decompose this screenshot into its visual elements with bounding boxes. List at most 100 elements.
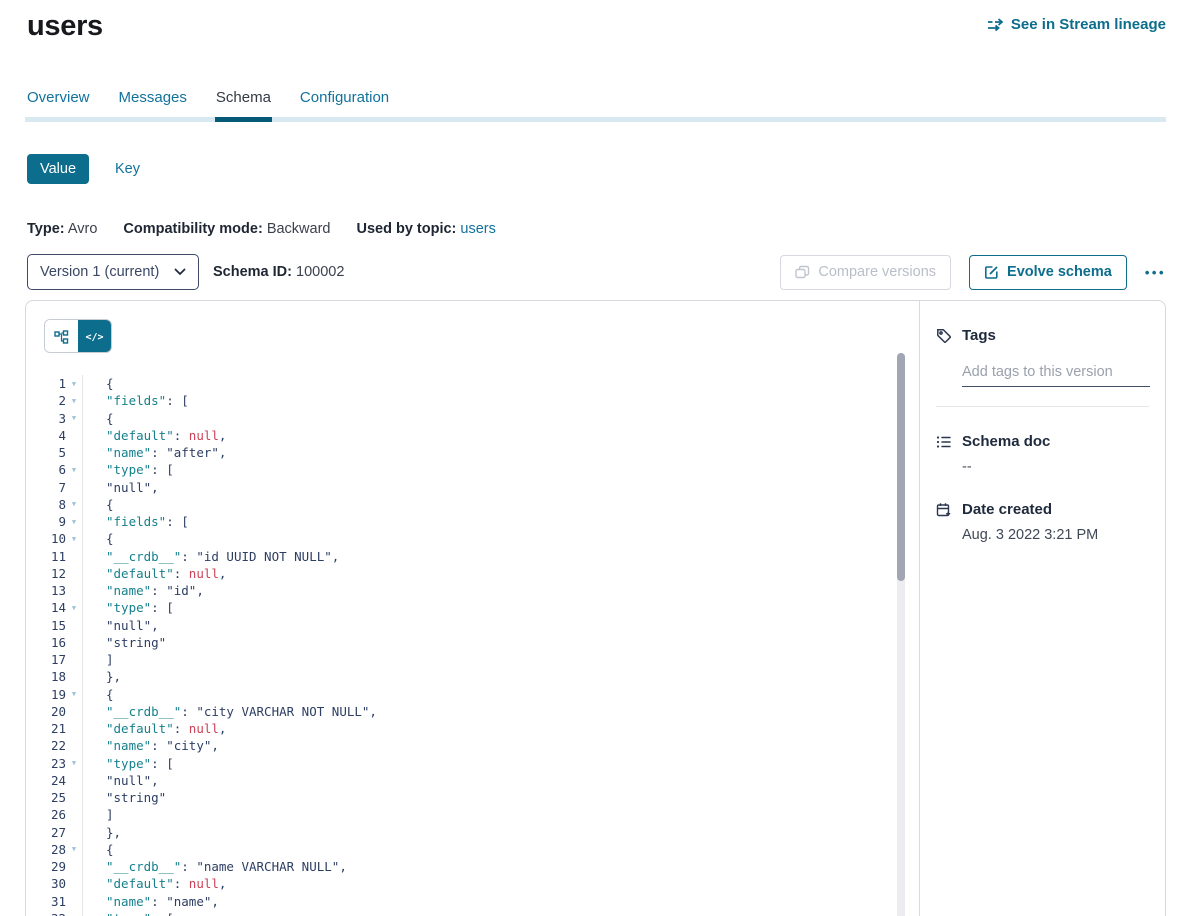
code-view-button[interactable]: </> (78, 320, 111, 353)
code-line: 14▼ "type": [ (26, 599, 919, 616)
code-text: { (82, 686, 114, 703)
evolve-schema-icon (984, 265, 999, 280)
tag-icon (936, 328, 952, 344)
stream-lineage-link[interactable]: See in Stream lineage (987, 16, 1166, 33)
tags-title: Tags (962, 327, 996, 344)
code-text: "name": "name", (82, 893, 219, 910)
code-line: 24 "null", (26, 772, 919, 789)
line-number: 30 (26, 876, 66, 891)
tab-configuration[interactable]: Configuration (300, 89, 389, 117)
code-line: 7 "null", (26, 479, 919, 496)
sidebar-divider (936, 406, 1149, 407)
code-text: "string" (82, 634, 166, 651)
code-scrollbar[interactable] (897, 353, 905, 916)
schema-doc-value: -- (962, 459, 1149, 475)
used-by-topic-link[interactable]: users (460, 221, 495, 237)
evolve-schema-button[interactable]: Evolve schema (969, 255, 1127, 290)
tags-input[interactable] (962, 364, 1150, 387)
version-controls-row: Version 1 (current) Schema ID: 100002 Co… (27, 254, 1166, 290)
tab-underline-track (25, 117, 1166, 122)
code-text: "null", (82, 617, 159, 634)
compare-versions-button[interactable]: Compare versions (780, 255, 951, 290)
code-line: 16 "string" (26, 634, 919, 651)
schema-code-pane: </> 1▼{2▼ "fields": [3▼ {4 "default": nu… (26, 301, 919, 916)
tree-view-button[interactable] (45, 320, 78, 353)
code-text: "default": null, (82, 875, 226, 892)
line-number: 12 (26, 566, 66, 581)
date-created-value: Aug. 3 2022 3:21 PM (962, 527, 1149, 543)
line-number: 10 (26, 531, 66, 546)
fold-toggle-icon[interactable]: ▼ (66, 690, 82, 698)
code-line: 4 "default": null, (26, 427, 919, 444)
topbar: users See in Stream lineage (0, 0, 1189, 43)
value-toggle-button[interactable]: Value (27, 154, 89, 184)
code-text: "__crdb__": "name VARCHAR NULL", (82, 858, 347, 875)
line-number: 8 (26, 497, 66, 512)
tab-messages[interactable]: Messages (119, 89, 187, 117)
tab-overview[interactable]: Overview (27, 89, 90, 117)
line-number: 5 (26, 445, 66, 460)
line-number: 28 (26, 842, 66, 857)
fold-toggle-icon[interactable]: ▼ (66, 397, 82, 405)
line-number: 23 (26, 756, 66, 771)
code-text: "type": [ (82, 755, 174, 772)
version-select[interactable]: Version 1 (current) (27, 254, 199, 290)
version-controls-left: Version 1 (current) Schema ID: 100002 (27, 254, 344, 290)
code-line: 28▼ { (26, 841, 919, 858)
stream-lineage-label: See in Stream lineage (1011, 16, 1166, 33)
code-line: 1▼{ (26, 375, 919, 392)
code-view-icon: </> (85, 332, 103, 343)
code-text: { (82, 410, 114, 427)
type-value: Avro (68, 221, 98, 237)
line-number: 4 (26, 428, 66, 443)
tab-schema[interactable]: Schema (216, 89, 271, 117)
line-number: 15 (26, 618, 66, 633)
more-options-button[interactable]: ••• (1145, 265, 1166, 280)
fold-toggle-icon[interactable]: ▼ (66, 466, 82, 474)
code-scrollbar-thumb[interactable] (897, 353, 905, 581)
code-text: "name": "after", (82, 444, 226, 461)
fold-toggle-icon[interactable]: ▼ (66, 535, 82, 543)
tree-view-icon (54, 330, 69, 345)
code-text: "name": "city", (82, 737, 219, 754)
line-number: 16 (26, 635, 66, 650)
line-number: 24 (26, 773, 66, 788)
fold-toggle-icon[interactable]: ▼ (66, 759, 82, 767)
type-meta: Type: Avro (27, 221, 97, 237)
line-number: 26 (26, 807, 66, 822)
line-number: 3 (26, 411, 66, 426)
line-number: 2 (26, 393, 66, 408)
code-text: ] (82, 806, 114, 823)
key-toggle-link[interactable]: Key (115, 161, 140, 177)
line-number: 21 (26, 721, 66, 736)
line-number: 14 (26, 600, 66, 615)
code-text: "type": [ (82, 461, 174, 478)
chevron-down-icon (174, 268, 186, 276)
version-controls-right: Compare versions Evolve schema ••• (780, 255, 1166, 290)
used-by-topic-meta: Used by topic: users (356, 221, 495, 237)
line-number: 17 (26, 652, 66, 667)
calendar-plus-icon (936, 502, 952, 518)
fold-toggle-icon[interactable]: ▼ (66, 500, 82, 508)
code-line: 30 "default": null, (26, 875, 919, 892)
tags-section: Tags (936, 327, 1149, 407)
fold-toggle-icon[interactable]: ▼ (66, 518, 82, 526)
line-number: 22 (26, 738, 66, 753)
code-line: 8▼ { (26, 496, 919, 513)
line-number: 31 (26, 894, 66, 909)
schema-meta-row: Type: Avro Compatibility mode: Backward … (27, 221, 1189, 237)
code-line: 20 "__crdb__": "city VARCHAR NOT NULL", (26, 703, 919, 720)
compare-versions-icon (795, 265, 810, 280)
line-number: 25 (26, 790, 66, 805)
page-title: users (27, 10, 103, 43)
fold-toggle-icon[interactable]: ▼ (66, 380, 82, 388)
code-text: "type": [ (82, 599, 174, 616)
fold-toggle-icon[interactable]: ▼ (66, 845, 82, 853)
code-line: 9▼ "fields": [ (26, 513, 919, 530)
code-line: 3▼ { (26, 410, 919, 427)
code-text: "fields": [ (82, 392, 189, 409)
code-line: 32▼ "type": [ (26, 910, 919, 916)
line-number: 29 (26, 859, 66, 874)
fold-toggle-icon[interactable]: ▼ (66, 604, 82, 612)
fold-toggle-icon[interactable]: ▼ (66, 414, 82, 422)
